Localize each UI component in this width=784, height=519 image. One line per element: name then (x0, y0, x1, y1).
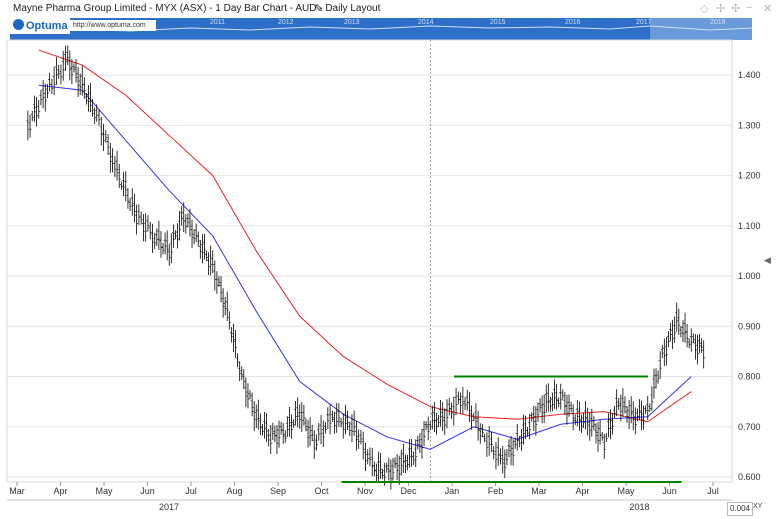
x-tick-label: Nov (357, 486, 374, 496)
scale-input[interactable]: 0.004 (727, 502, 753, 516)
y-tick-label: 1.200 (738, 171, 761, 181)
y-tick-label: 0.700 (738, 422, 761, 432)
x-tick-label: Jun (662, 486, 677, 496)
x-tick-label: May (95, 486, 113, 496)
y-tick-label: 1.300 (738, 120, 761, 130)
x-tick-label: Mar (9, 486, 25, 496)
ma-long-line (38, 49, 692, 423)
x-year-label: 2018 (629, 502, 649, 512)
y-tick-label: 1.100 (738, 221, 761, 231)
y-tick-label: 0.800 (738, 372, 761, 382)
x-tick-label: May (617, 486, 635, 496)
y-tick-label: 0.600 (738, 472, 761, 482)
y-tick-label: 1.400 (738, 70, 761, 80)
x-tick-label: Jul (185, 486, 197, 496)
x-tick-label: Apr (53, 486, 67, 496)
price-chart[interactable]: 1.400 1.300 1.200 1.100 1.000 0.900 0.800 0.700… (0, 0, 784, 519)
collapse-arrow-icon[interactable]: ◀ (764, 255, 771, 266)
x-tick-label: Mar (531, 486, 547, 496)
ma-short-line (38, 84, 692, 450)
x-tick-label: Jan (445, 486, 460, 496)
x-tick-label: Oct (314, 486, 329, 496)
x-tick-label: Feb (488, 486, 504, 496)
x-tick-label: Dec (400, 486, 417, 496)
x-tick-label: Jun (140, 486, 155, 496)
x-tick-label: Apr (575, 486, 589, 496)
x-tick-label: Sep (270, 486, 286, 496)
x-tick-label: Jul (707, 486, 719, 496)
x-year-label: 2017 (159, 502, 179, 512)
y-tick-label: 1.000 (738, 271, 761, 281)
y-tick-label: 0.900 (738, 321, 761, 331)
xy-button[interactable]: XY (753, 503, 762, 510)
x-tick-label: Aug (226, 486, 242, 496)
